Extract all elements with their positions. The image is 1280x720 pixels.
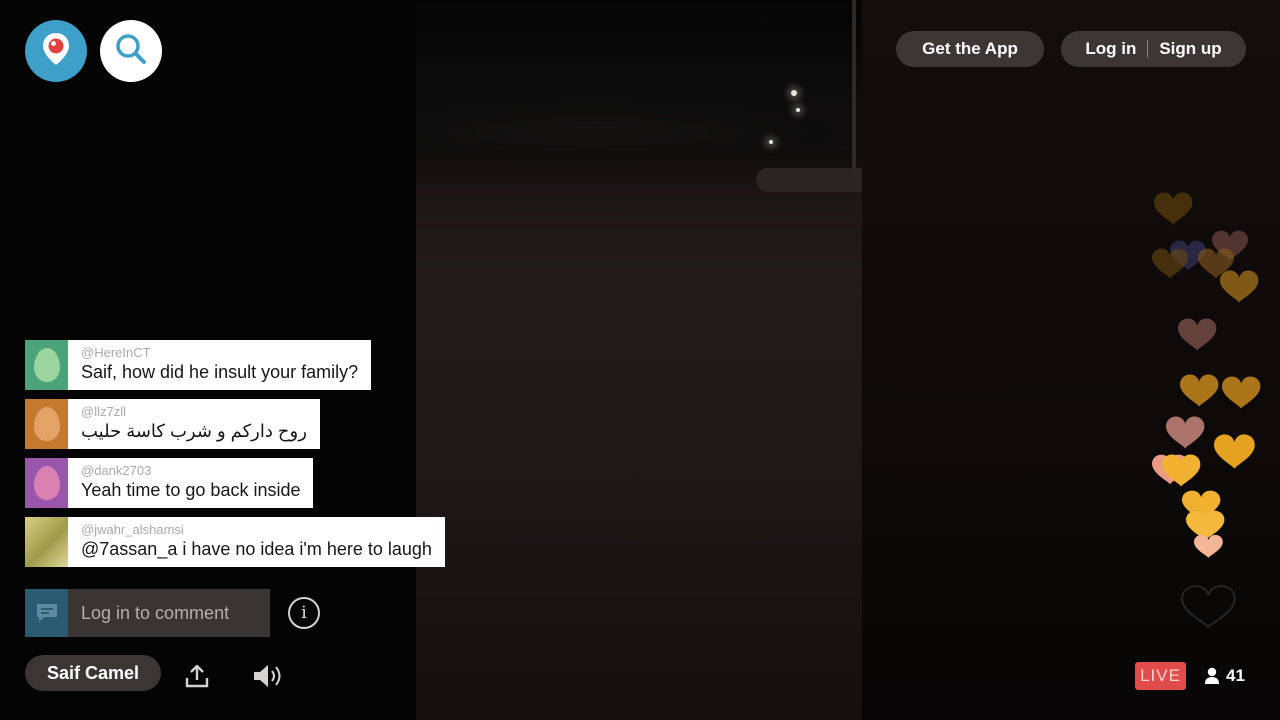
- street-lamp: [791, 90, 797, 96]
- live-video: [416, 0, 862, 720]
- heart-icon: [1194, 534, 1223, 558]
- login-link[interactable]: Log in: [1085, 39, 1136, 59]
- share-icon[interactable]: [184, 663, 210, 694]
- heart-icon: [1154, 192, 1193, 225]
- avatar: [25, 399, 68, 449]
- comment-username: @jwahr_alshamsi: [81, 522, 184, 537]
- comment-item: @HereInCT Saif, how did he insult your f…: [25, 340, 372, 390]
- comment-username: @llz7zll: [81, 404, 126, 419]
- comment-item: @jwahr_alshamsi @7assan_a i have no idea…: [25, 517, 445, 567]
- heart-icon: [1166, 416, 1205, 449]
- heart-icon: [1180, 584, 1236, 629]
- heart-icon: [1222, 376, 1261, 409]
- comment-message: Saif, how did he insult your family?: [81, 362, 359, 382]
- comment-message: Yeah time to go back inside: [81, 480, 301, 500]
- info-icon[interactable]: i: [288, 597, 320, 629]
- viewer-count-value: 41: [1226, 666, 1245, 685]
- person-icon: [1205, 667, 1219, 684]
- comment-message: روح داركم و شرب كاسة حليب: [81, 421, 307, 441]
- viewer-count: 41: [1204, 664, 1245, 688]
- avatar: [25, 340, 68, 390]
- comment-placeholder: Log in to comment: [81, 602, 230, 623]
- search-icon: [114, 32, 148, 71]
- comment-bubble-icon: [25, 589, 68, 637]
- divider: [1147, 40, 1149, 58]
- speaker-icon[interactable]: [251, 662, 287, 695]
- comment-username: @dank2703: [81, 463, 152, 478]
- periscope-logo-button[interactable]: [25, 20, 87, 82]
- heart-icon: [1152, 248, 1188, 279]
- broadcaster-name-button[interactable]: Saif Camel: [25, 655, 161, 691]
- live-badge: LIVE: [1135, 662, 1186, 690]
- periscope-pin-icon: [41, 31, 71, 72]
- heart-icon: [1214, 434, 1255, 469]
- comment-item: @llz7zll روح داركم و شرب كاسة حليب: [25, 399, 320, 449]
- heart-icon: [1178, 318, 1217, 351]
- hearts-stream: [1140, 180, 1280, 640]
- comment-username: @HereInCT: [81, 345, 151, 360]
- signup-link[interactable]: Sign up: [1159, 39, 1221, 59]
- heart-icon: [1180, 374, 1219, 407]
- comment-message: @7assan_a i have no idea i'm here to lau…: [81, 539, 432, 559]
- heart-icon: [1220, 270, 1259, 303]
- comment-input[interactable]: Log in to comment: [25, 589, 270, 637]
- search-button[interactable]: [100, 20, 162, 82]
- avatar: [25, 517, 68, 567]
- auth-pill: Log in Sign up: [1061, 31, 1246, 67]
- avatar: [25, 458, 68, 508]
- comment-item: @dank2703 Yeah time to go back inside: [25, 458, 314, 508]
- get-the-app-button[interactable]: Get the App: [896, 31, 1044, 67]
